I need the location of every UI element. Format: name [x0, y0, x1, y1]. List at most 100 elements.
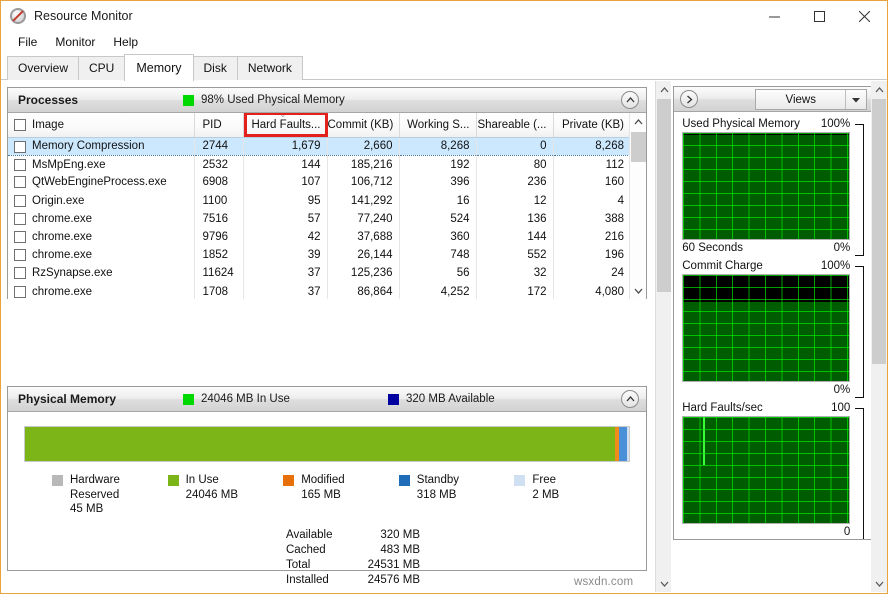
sidebar-scroll-thumb[interactable] — [872, 99, 886, 364]
row-checkbox[interactable] — [14, 285, 26, 298]
table-row[interactable]: chrome.exe 1708 37 86,864 4,252 172 4,080 — [8, 282, 629, 299]
process-commit-cell: 77,240 — [327, 209, 400, 228]
process-pid-cell: 2744 — [194, 136, 244, 156]
processes-scrollbar[interactable] — [629, 113, 646, 299]
process-image-cell: QtWebEngineProcess.exe — [8, 173, 195, 192]
process-private-cell: 388 — [604, 212, 624, 225]
process-image-label: chrome.exe — [32, 249, 93, 262]
tab-overview[interactable]: Overview — [7, 56, 80, 80]
column-header-image[interactable]: Image — [8, 113, 195, 138]
sidebar-scroll-down-icon[interactable] — [871, 575, 887, 592]
process-hard-faults-cell: 107 — [243, 173, 328, 192]
available-text: 320 MB Available — [406, 393, 495, 405]
processes-scroll-up-icon[interactable] — [630, 113, 647, 130]
graph-1: Used Physical Memory 100% 60 Seconds 0% — [682, 116, 865, 256]
select-all-checkbox[interactable] — [14, 119, 26, 131]
process-working-cell: 4,252 — [399, 282, 477, 299]
row-checkbox[interactable] — [14, 267, 26, 280]
main-scrollbar[interactable] — [655, 81, 673, 592]
tab-cpu[interactable]: CPU — [78, 56, 126, 80]
table-row[interactable]: RzSynapse.exe 11624 37 125,236 56 32 24 — [8, 264, 629, 283]
used-memory-chip — [183, 94, 194, 106]
graph-name: Hard Faults/sec — [682, 402, 763, 414]
title-bar: Resource Monitor — [1, 0, 887, 31]
memory-stat-row: Available 320 MB — [286, 528, 630, 543]
chevron-down-icon[interactable] — [846, 95, 866, 105]
menu-item-help[interactable]: Help — [104, 33, 147, 51]
graph-canvas — [682, 416, 851, 524]
process-commit-cell: 26,144 — [327, 246, 400, 265]
sidebar-scrollbar[interactable] — [871, 81, 887, 592]
expand-button[interactable] — [680, 90, 699, 108]
process-image-label: RzSynapse.exe — [32, 267, 113, 280]
process-commit-cell: 185,216 — [327, 155, 400, 174]
table-row[interactable]: Origin.exe 1100 95 141,292 16 12 4 — [8, 191, 629, 210]
process-pid-cell: 1852 — [194, 246, 244, 265]
processes-status-text: 98% Used Physical Memory — [201, 94, 345, 106]
sidebar-scroll-up-icon[interactable] — [871, 81, 887, 98]
process-shareable-cell: 32 — [476, 264, 554, 283]
memory-legend-item: Modified 165 MB — [283, 473, 399, 517]
column-header-private[interactable]: Private (KB) — [553, 113, 629, 138]
main-scroll-up-icon[interactable] — [656, 81, 673, 98]
graph-bottom-value: 0% — [833, 384, 851, 396]
menu-item-file[interactable]: File — [9, 33, 46, 51]
table-row[interactable]: MsMpEng.exe 2532 144 185,216 192 80 112 — [8, 155, 629, 174]
processes-body: Image PID ⌄ Hard Faults... Commit (KB) W… — [8, 113, 646, 299]
physical-memory-body: Hardware Reserved 45 MB In Use 24046 MB Modi… — [8, 412, 646, 592]
process-working-cell: 748 — [399, 246, 477, 265]
main-scroll-down-icon[interactable] — [656, 575, 673, 592]
graph-label-row: Hard Faults/sec 100 — [682, 400, 864, 416]
process-image-cell: MsMpEng.exe — [8, 155, 195, 174]
process-shareable-cell: 136 — [476, 209, 554, 228]
row-checkbox[interactable] — [14, 140, 26, 153]
physical-memory-header[interactable]: Physical Memory 24046 MB In Use 320 MB A… — [8, 387, 646, 412]
table-row[interactable]: chrome.exe 1852 39 26,144 748 552 196 — [8, 246, 629, 265]
row-checkbox[interactable] — [14, 249, 26, 262]
memory-segment-in-use — [25, 427, 615, 461]
column-header-commit[interactable]: Commit (KB) — [327, 113, 400, 138]
tab-disk[interactable]: Disk — [192, 56, 238, 80]
row-checkbox[interactable] — [14, 158, 26, 171]
column-header-shareable[interactable]: Shareable (... — [476, 113, 554, 138]
physical-memory-in-use: 24046 MB In Use — [183, 393, 388, 405]
in-use-chip — [183, 393, 194, 405]
menu-bar: File Monitor Help — [1, 31, 887, 53]
process-private-cell: 4,080 — [595, 285, 624, 298]
process-private-cell: 8,268 — [553, 136, 629, 156]
content-area: Processes 98% Used Physical Memory Image… — [1, 81, 887, 592]
process-image-label: chrome.exe — [32, 285, 93, 298]
processes-scroll-thumb[interactable] — [631, 132, 646, 162]
row-checkbox[interactable] — [14, 176, 26, 189]
column-header-pid[interactable]: PID — [194, 113, 244, 138]
tab-memory[interactable]: Memory — [124, 54, 194, 81]
physical-memory-collapse-button[interactable] — [621, 390, 639, 408]
row-checkbox[interactable] — [14, 212, 26, 225]
minimize-button[interactable] — [752, 1, 797, 32]
graph-name: Commit Charge — [682, 260, 763, 272]
column-header-hard-faults[interactable]: ⌄ Hard Faults... — [243, 113, 328, 138]
graph-gridlines — [683, 133, 850, 239]
process-pid-cell: 1100 — [194, 191, 244, 210]
views-button[interactable]: Views — [755, 89, 868, 110]
processes-scroll-down-icon[interactable] — [630, 282, 647, 299]
maximize-button[interactable] — [797, 1, 842, 32]
table-row[interactable]: chrome.exe 9796 42 37,688 360 144 216 — [8, 227, 629, 247]
row-checkbox[interactable] — [14, 230, 26, 243]
main-scroll-thumb[interactable] — [657, 99, 672, 292]
table-row[interactable]: Memory Compression 2744 1,679 2,660 8,268 0 8,… — [8, 136, 629, 156]
close-button[interactable] — [842, 1, 887, 32]
process-image-label: chrome.exe — [32, 231, 93, 244]
menu-item-monitor[interactable]: Monitor — [46, 33, 104, 51]
table-row[interactable]: QtWebEngineProcess.exe 6908 107 106,712 396 2… — [8, 173, 629, 192]
row-checkbox[interactable] — [14, 194, 26, 207]
column-header-working-set[interactable]: Working S... — [399, 113, 477, 138]
processes-collapse-button[interactable] — [621, 91, 639, 109]
tab-network[interactable]: Network — [236, 56, 303, 80]
physical-memory-panel: Physical Memory 24046 MB In Use 320 MB A… — [7, 386, 647, 586]
table-row[interactable]: chrome.exe 7516 57 77,240 524 136 388 — [8, 209, 629, 228]
graph-bottom-left — [682, 524, 844, 539]
processes-panel-header[interactable]: Processes 98% Used Physical Memory — [8, 88, 646, 113]
process-image-label: QtWebEngineProcess.exe — [32, 176, 167, 189]
memory-legend-item: Free 2 MB — [514, 473, 630, 517]
